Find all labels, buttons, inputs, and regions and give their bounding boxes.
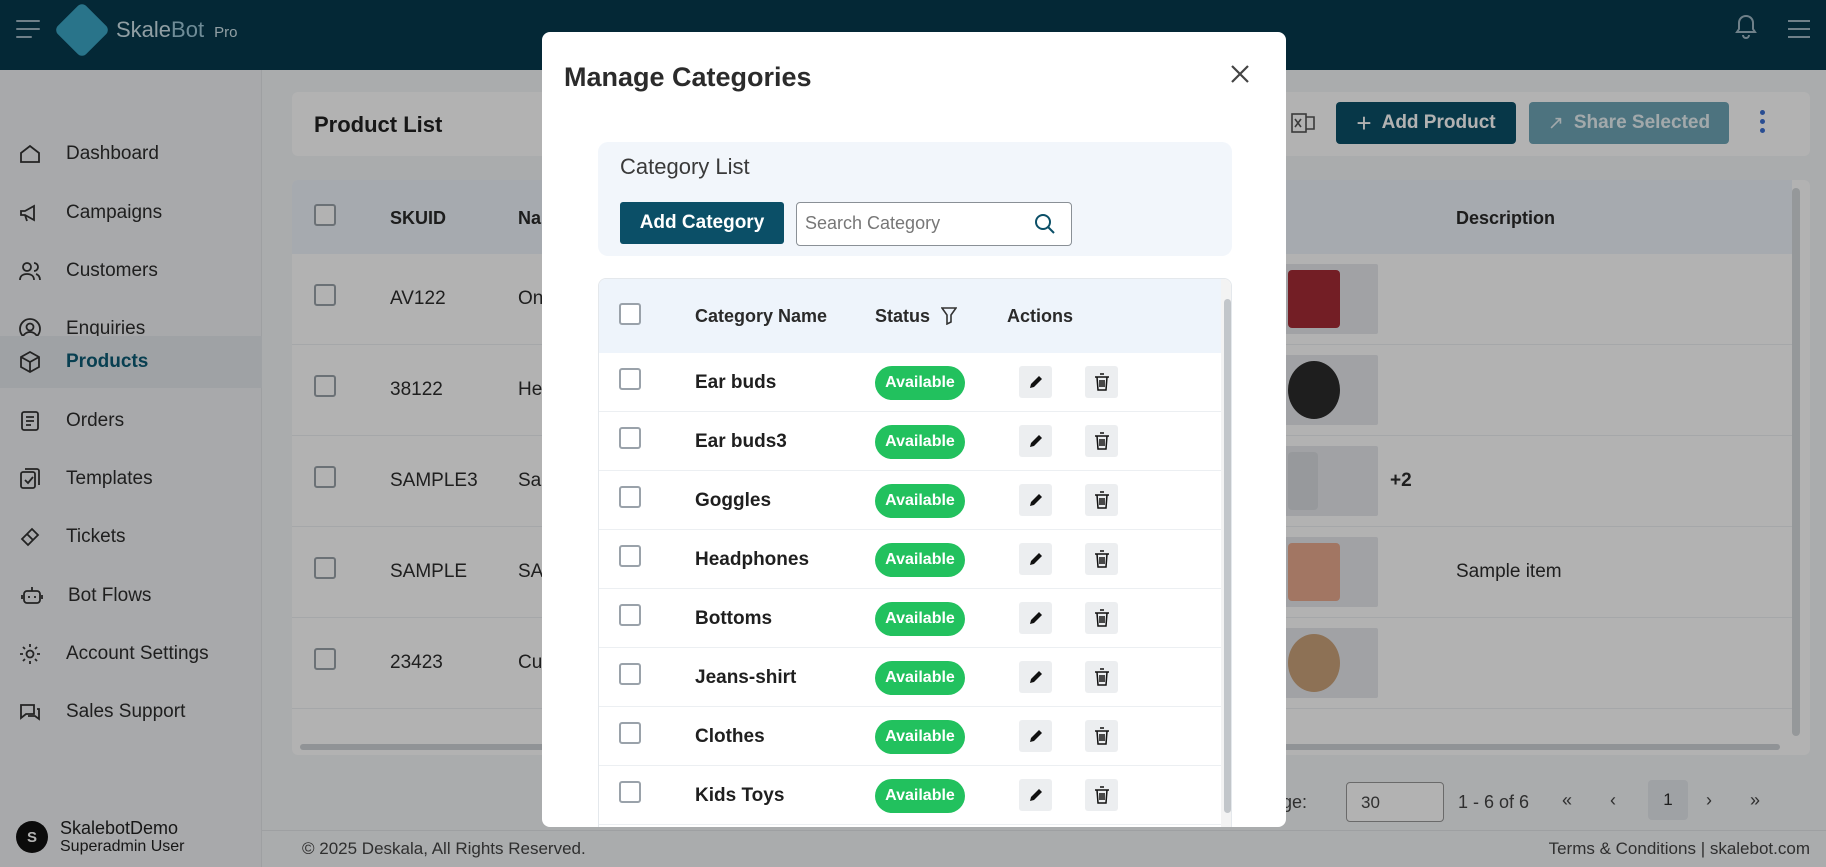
search-category-field[interactable] (796, 202, 1072, 246)
row-checkbox[interactable] (619, 486, 641, 508)
modal-title: Manage Categories (564, 62, 812, 92)
edit-button[interactable] (1019, 661, 1052, 693)
edit-button[interactable] (1019, 543, 1052, 575)
delete-button[interactable] (1085, 779, 1118, 811)
category-name: Headphones (695, 549, 810, 570)
pencil-icon (1029, 553, 1042, 565)
table-row[interactable]: Kids Toys Available (599, 766, 1221, 825)
category-table: Category Name Status Actions Ear buds Av… (598, 278, 1232, 827)
search-input[interactable] (805, 213, 1025, 234)
pencil-icon (1029, 612, 1042, 624)
edit-button[interactable] (1019, 425, 1052, 457)
search-icon[interactable] (1033, 212, 1057, 236)
row-checkbox[interactable] (619, 427, 641, 449)
row-checkbox[interactable] (619, 545, 641, 567)
row-checkbox[interactable] (619, 368, 641, 390)
trash-icon (1094, 550, 1109, 568)
trash-icon (1094, 786, 1109, 804)
edit-button[interactable] (1019, 779, 1052, 811)
pencil-icon (1029, 671, 1042, 683)
category-table-scrollbar[interactable] (1221, 279, 1231, 827)
close-icon[interactable] (1228, 62, 1252, 86)
category-name: Kids Toys (695, 785, 785, 806)
status-badge: Available (875, 779, 965, 813)
trash-icon (1094, 491, 1109, 509)
table-row[interactable]: Goggles Available (599, 471, 1221, 530)
delete-button[interactable] (1085, 543, 1118, 575)
table-row[interactable]: Ear buds Available (599, 353, 1221, 412)
table-row[interactable]: Headphones Available (599, 530, 1221, 589)
delete-button[interactable] (1085, 720, 1118, 752)
category-name: Ear buds (695, 372, 777, 393)
column-header-status: Status (875, 306, 931, 326)
section-title: Category List (620, 154, 750, 179)
delete-button[interactable] (1085, 484, 1118, 516)
status-badge: Available (875, 543, 965, 577)
row-checkbox[interactable] (619, 604, 641, 626)
manage-categories-modal: Manage Categories Category List Add Cate… (542, 32, 1286, 827)
pencil-icon (1029, 494, 1042, 506)
table-row[interactable]: Ear buds3 Available (599, 412, 1221, 471)
pencil-icon (1029, 435, 1042, 447)
delete-button[interactable] (1085, 366, 1118, 398)
filter-icon[interactable] (941, 307, 957, 325)
delete-button[interactable] (1085, 425, 1118, 457)
trash-icon (1094, 609, 1109, 627)
table-row[interactable]: Jeans-shirt Available (599, 648, 1221, 707)
trash-icon (1094, 432, 1109, 450)
category-name: Jeans-shirt (695, 667, 797, 688)
column-header-actions: Actions (1007, 306, 1074, 326)
category-name: Clothes (695, 726, 765, 747)
category-name: Bottoms (695, 608, 773, 629)
status-badge: Available (875, 661, 965, 695)
pencil-icon (1029, 789, 1042, 801)
status-badge: Available (875, 425, 965, 459)
trash-icon (1094, 373, 1109, 391)
trash-icon (1094, 668, 1109, 686)
table-row[interactable]: Clothes Available (599, 707, 1221, 766)
column-header-category-name: Category Name (695, 306, 828, 326)
add-category-button[interactable]: Add Category (620, 202, 784, 244)
edit-button[interactable] (1019, 366, 1052, 398)
table-row[interactable]: Bottoms Available (599, 589, 1221, 648)
pencil-icon (1029, 730, 1042, 742)
row-checkbox[interactable] (619, 722, 641, 744)
delete-button[interactable] (1085, 661, 1118, 693)
status-badge: Available (875, 484, 965, 518)
table-header: Category Name Status Actions (599, 279, 1221, 353)
row-checkbox[interactable] (619, 663, 641, 685)
edit-button[interactable] (1019, 720, 1052, 752)
status-badge: Available (875, 366, 965, 400)
edit-button[interactable] (1019, 602, 1052, 634)
category-name: Ear buds3 (695, 431, 787, 452)
status-badge: Available (875, 602, 965, 636)
category-name: Goggles (695, 490, 772, 511)
trash-icon (1094, 727, 1109, 745)
edit-button[interactable] (1019, 484, 1052, 516)
delete-button[interactable] (1085, 602, 1118, 634)
category-list-panel: Category List Add Category (598, 142, 1232, 256)
status-badge: Available (875, 720, 965, 754)
pencil-icon (1029, 376, 1042, 388)
select-all-checkbox[interactable] (619, 303, 641, 325)
row-checkbox[interactable] (619, 781, 641, 803)
